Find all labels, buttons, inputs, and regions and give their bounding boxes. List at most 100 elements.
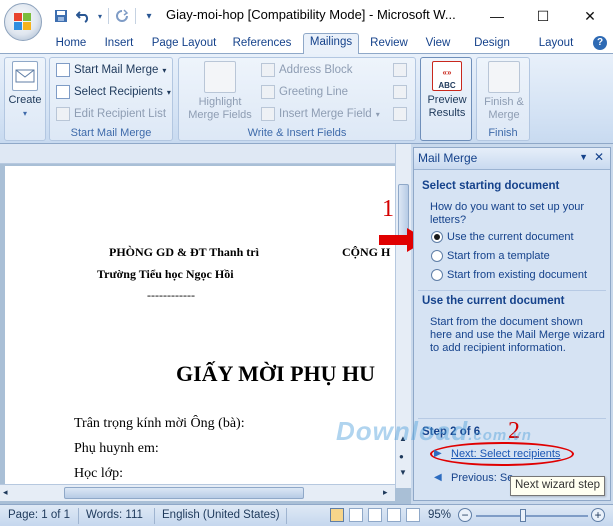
document-area: PHÒNG GD & ĐT Thanh trì CỘNG H Trường Ti… bbox=[0, 144, 411, 504]
radio-unselected-icon bbox=[431, 250, 443, 262]
title-bar: ▾ ▾ Giay-moi-hop [Compatibility Mode] - … bbox=[0, 0, 613, 41]
office-logo-icon bbox=[14, 13, 32, 31]
horizontal-scroll-thumb[interactable] bbox=[64, 487, 304, 499]
section-select-starting-document: Select starting document bbox=[422, 180, 560, 192]
chevron-down-icon: ▾ bbox=[162, 65, 167, 75]
horizontal-scrollbar[interactable]: ◂ ▸ bbox=[0, 484, 395, 501]
watermark: Download.com.vn bbox=[336, 416, 532, 447]
redo-icon[interactable] bbox=[113, 7, 131, 25]
browse-object-icon[interactable]: ● bbox=[399, 452, 404, 461]
abc-preview-icon: «» ABC bbox=[432, 61, 462, 91]
help-icon[interactable]: ? bbox=[593, 36, 607, 50]
chevron-down-icon: ▾ bbox=[375, 109, 380, 119]
envelope-icon bbox=[12, 61, 38, 91]
rules-icon bbox=[393, 63, 407, 77]
close-button[interactable]: ✕ bbox=[567, 0, 613, 32]
section-description: Start from the document shown here and u… bbox=[430, 316, 605, 354]
ruler bbox=[0, 144, 395, 164]
undo-dropdown-icon[interactable]: ▾ bbox=[96, 7, 104, 25]
doc-line2: Trường Tiểu học Ngọc Hồi bbox=[97, 267, 234, 281]
address-block-icon bbox=[261, 63, 275, 77]
edit-recipient-list-label: Edit Recipient List bbox=[74, 108, 167, 120]
rules-button[interactable] bbox=[393, 61, 407, 79]
scroll-left-icon[interactable]: ◂ bbox=[3, 487, 8, 498]
save-icon[interactable] bbox=[52, 7, 70, 25]
full-screen-reading-icon[interactable] bbox=[349, 508, 363, 522]
tab-mailings[interactable]: Mailings bbox=[303, 33, 359, 55]
radio-start-from-template[interactable]: Start from a template bbox=[431, 248, 550, 264]
insert-merge-field-button[interactable]: Insert Merge Field ▾ bbox=[261, 105, 380, 123]
radio-selected-icon bbox=[431, 231, 443, 243]
next-page-icon[interactable]: ▼ bbox=[399, 468, 407, 477]
print-layout-view-icon[interactable] bbox=[330, 508, 344, 522]
tab-view[interactable]: View bbox=[420, 35, 456, 54]
radio-unselected-icon bbox=[431, 269, 443, 281]
select-recipients-button[interactable]: Select Recipients ▾ bbox=[56, 83, 171, 101]
group-create: Create ▾ bbox=[4, 57, 46, 141]
web-layout-icon[interactable] bbox=[368, 508, 382, 522]
edit-recipient-list-button[interactable]: Edit Recipient List bbox=[56, 105, 166, 123]
zoom-out-icon[interactable]: − bbox=[458, 508, 472, 522]
radio-label: Use the current document bbox=[447, 231, 574, 243]
status-separator bbox=[286, 508, 287, 524]
zoom-slider-thumb[interactable] bbox=[520, 509, 526, 522]
highlight-merge-fields-button[interactable]: Highlight Merge Fields bbox=[185, 61, 255, 122]
tab-page-layout[interactable]: Page Layout bbox=[148, 35, 220, 54]
ribbon: Create ▾ Start Mail Merge ▾ Select Recip… bbox=[0, 54, 613, 144]
zoom-level[interactable]: 95% bbox=[428, 509, 451, 521]
zoom-slider-track[interactable] bbox=[476, 515, 588, 517]
customize-icon[interactable]: ▾ bbox=[140, 7, 158, 25]
tab-design[interactable]: Design bbox=[468, 35, 516, 54]
status-language[interactable]: English (United States) bbox=[162, 509, 280, 521]
scroll-right-icon[interactable]: ▸ bbox=[383, 487, 388, 498]
pane-title: Mail Merge bbox=[418, 151, 478, 165]
pane-close-icon[interactable]: ✕ bbox=[594, 150, 604, 164]
update-labels-icon bbox=[393, 107, 407, 121]
highlight-label-2: Merge Fields bbox=[188, 109, 252, 121]
doc-line1-left: PHÒNG GD & ĐT Thanh trì bbox=[109, 245, 259, 259]
status-words[interactable]: Words: 111 bbox=[86, 509, 143, 521]
finish-label-1: Finish & bbox=[484, 96, 524, 108]
finish-merge-button[interactable]: Finish & Merge bbox=[481, 61, 527, 122]
tab-home[interactable]: Home bbox=[50, 35, 92, 54]
start-mail-merge-button[interactable]: Start Mail Merge ▾ bbox=[56, 61, 166, 79]
watermark-suffix: .com.vn bbox=[468, 427, 532, 444]
tab-layout[interactable]: Layout bbox=[532, 35, 580, 54]
select-recipients-label: Select Recipients bbox=[74, 86, 163, 98]
minimize-button[interactable]: — bbox=[474, 0, 520, 32]
draft-view-icon[interactable] bbox=[406, 508, 420, 522]
radio-start-from-existing[interactable]: Start from existing document bbox=[431, 267, 587, 283]
match-fields-button[interactable] bbox=[393, 83, 407, 101]
preview-results-button[interactable]: «» ABC Preview Results bbox=[425, 61, 469, 120]
outline-view-icon[interactable] bbox=[387, 508, 401, 522]
status-page[interactable]: Page: 1 of 1 bbox=[8, 509, 70, 521]
greeting-line-button[interactable]: Greeting Line bbox=[261, 83, 348, 101]
address-block-button[interactable]: Address Block bbox=[261, 61, 353, 79]
tab-review[interactable]: Review bbox=[366, 35, 412, 54]
next-select-recipients-link[interactable]: Next: Select recipients bbox=[451, 448, 560, 460]
group-start-mail-merge: Start Mail Merge ▾ Select Recipients ▾ E… bbox=[49, 57, 173, 141]
doc-heading: GIẤY MỜI PHỤ HU bbox=[176, 361, 376, 386]
status-separator bbox=[78, 508, 79, 524]
group-preview-results: «» ABC Preview Results bbox=[420, 57, 472, 141]
watermark-main: Download bbox=[336, 416, 469, 446]
undo-icon[interactable] bbox=[74, 7, 92, 25]
office-button[interactable] bbox=[4, 3, 42, 41]
group-label-start-mail-merge: Start Mail Merge bbox=[70, 127, 152, 139]
pane-header: Mail Merge ▼ ✕ bbox=[414, 148, 610, 170]
maximize-button[interactable]: ☐ bbox=[520, 0, 566, 32]
finish-merge-icon bbox=[488, 61, 520, 93]
create-button[interactable]: Create ▾ bbox=[7, 61, 43, 120]
zoom-in-icon[interactable]: + bbox=[591, 508, 605, 522]
pane-menu-icon[interactable]: ▼ bbox=[579, 152, 588, 162]
update-labels-button[interactable] bbox=[393, 105, 407, 123]
document-icon bbox=[56, 63, 70, 77]
radio-use-current-document[interactable]: Use the current document bbox=[431, 229, 574, 245]
previous-step-link[interactable]: Previous: Se bbox=[451, 472, 513, 484]
tab-insert[interactable]: Insert bbox=[98, 35, 140, 54]
next-arrow-icon: ▶ bbox=[434, 448, 442, 459]
radio-label: Start from a template bbox=[447, 250, 550, 262]
tab-references[interactable]: References bbox=[228, 35, 296, 54]
group-write-insert-fields: Highlight Merge Fields Address Block Gre… bbox=[178, 57, 416, 141]
create-label: Create bbox=[8, 94, 42, 106]
